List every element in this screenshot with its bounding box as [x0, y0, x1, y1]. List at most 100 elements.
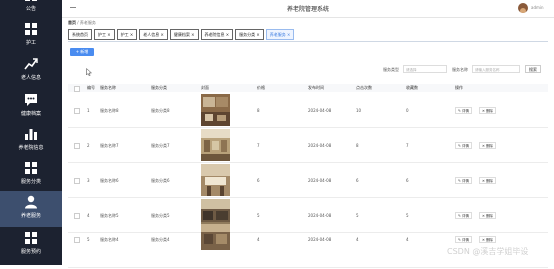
chat-icon	[25, 94, 37, 106]
sidebar-item-label: 健康档案	[20, 111, 41, 117]
user-icon	[25, 195, 37, 209]
column-header: 服务名称	[100, 85, 116, 90]
tab-institution[interactable]: 养老院信息 ×	[200, 29, 234, 40]
cell-date: 2024-04-08	[308, 143, 332, 148]
user-name[interactable]: admin	[531, 5, 544, 10]
name-filter-label: 服务名称	[452, 67, 468, 72]
cell-favorites: 7	[406, 143, 409, 148]
cell-clicks: 6	[356, 178, 359, 183]
row-checkbox[interactable]	[74, 143, 80, 149]
service-cover-image	[201, 94, 230, 126]
cell-date: 2024-04-08	[308, 178, 332, 183]
breadcrumb-current: 养老服务	[79, 20, 96, 25]
breadcrumb-home[interactable]: 首页	[68, 20, 76, 25]
detail-button[interactable]: ✎ 详情	[455, 236, 473, 243]
table-row: 1 服务名称8 服务分类8 8 2024-04-08 10 0 ✎ 详情 ✕ 删…	[68, 93, 548, 128]
column-header: 编号	[87, 85, 95, 90]
row-checkbox[interactable]	[74, 108, 80, 114]
sidebar-item-elderly-service[interactable]: 养老服务	[0, 191, 62, 227]
table-row: 2 服务名称7 服务分类7 7 2024-04-08 8 7 ✎ 详情 ✕ 删除	[68, 128, 548, 163]
delete-button[interactable]: ✕ 删除	[479, 177, 497, 184]
column-header: 操作	[455, 85, 463, 90]
tab-health[interactable]: 健康档案 ×	[169, 29, 199, 40]
sidebar-item-booking[interactable]: 服务预约	[0, 231, 62, 269]
top-bar: 养老院管理系统	[62, 0, 554, 18]
breadcrumb: 首页 / 养老服务	[68, 20, 96, 26]
cell-price: 4	[257, 237, 260, 242]
sidebar-item-label: 老人信息	[20, 75, 41, 81]
cell-no: 3	[87, 178, 90, 183]
delete-button[interactable]: ✕ 删除	[479, 236, 497, 243]
category-select[interactable]: 请选择	[403, 65, 447, 73]
cell-price: 7	[257, 143, 260, 148]
cell-category: 服务分类8	[151, 108, 170, 113]
delete-button[interactable]: ✕ 删除	[479, 212, 497, 219]
sidebar-item-label: 养老服务	[20, 213, 41, 219]
tab-caregiver[interactable]: 护工 ×	[94, 29, 115, 40]
sidebar-item-label: 服务预约	[20, 249, 41, 255]
cell-price: 8	[257, 108, 260, 113]
cell-favorites: 6	[406, 178, 409, 183]
column-header: 封面	[201, 85, 209, 90]
table-row: 3 服务名称6 服务分类6 6 2024-04-08 6 6 ✎ 详情 ✕ 删除	[68, 163, 548, 198]
column-header: 发布时间	[308, 85, 324, 90]
column-header: 收藏数	[406, 85, 418, 90]
detail-button[interactable]: ✎ 详情	[455, 107, 473, 114]
cell-name: 服务名称6	[100, 178, 119, 183]
category-filter-label: 服务类型	[383, 67, 399, 72]
cell-clicks: 4	[356, 237, 359, 242]
cell-favorites: 4	[406, 237, 409, 242]
cell-category: 服务分类6	[151, 178, 170, 183]
column-header: 价格	[257, 85, 265, 90]
cell-no: 4	[87, 213, 90, 218]
sidebar-item-institution[interactable]: 养老院信息	[0, 127, 62, 165]
mouse-cursor-icon	[86, 68, 92, 76]
tab-elderly-service[interactable]: 养老服务 ×	[265, 29, 295, 40]
avatar[interactable]	[518, 3, 528, 13]
cell-clicks: 10	[356, 108, 362, 113]
cell-category: 服务分类5	[151, 213, 170, 218]
sidebar-item-elderly[interactable]: 老人信息	[0, 57, 62, 95]
detail-button[interactable]: ✎ 详情	[455, 142, 473, 149]
app-title: 养老院管理系统	[286, 6, 329, 13]
cell-no: 1	[87, 108, 90, 113]
cell-name: 服务名称8	[100, 108, 119, 113]
tab-elderly[interactable]: 老人信息 ×	[139, 29, 168, 40]
table-row: 4 服务名称5 服务分类5 5 2024-04-08 5 5 ✎ 详情 ✕ 删除	[68, 198, 548, 233]
cell-clicks: 5	[356, 213, 359, 218]
delete-button[interactable]: ✕ 删除	[479, 142, 497, 149]
row-checkbox[interactable]	[74, 213, 80, 219]
cell-category: 服务分类7	[151, 143, 170, 148]
tab-caregiver-2[interactable]: 护工 ×	[116, 29, 138, 40]
row-checkbox[interactable]	[74, 178, 80, 184]
service-cover-image	[201, 129, 230, 161]
cell-no: 2	[87, 143, 90, 148]
column-header: 服务分类	[151, 85, 167, 90]
cell-category: 服务分类4	[151, 237, 170, 242]
detail-button[interactable]: ✎ 详情	[455, 177, 473, 184]
name-search-input[interactable]: 请输入服务名称	[472, 65, 520, 73]
cell-name: 服务名称5	[100, 213, 119, 218]
row-checkbox[interactable]	[74, 237, 80, 243]
trend-icon	[24, 58, 38, 70]
sidebar-item-caregiver[interactable]: 护工	[0, 22, 62, 60]
sidebar-item-label: 服务分类	[20, 179, 41, 185]
search-button[interactable]: 搜索	[525, 65, 541, 73]
detail-button[interactable]: ✎ 详情	[455, 212, 473, 219]
sidebar: 公告 护工 老人信息 健康档案 养老院信息 服务分类 养老服务 服务预约	[0, 0, 62, 265]
sidebar-item-label: 护工	[25, 40, 36, 46]
add-button[interactable]: + 新增	[70, 48, 94, 56]
sidebar-item-label: 养老院信息	[18, 145, 44, 151]
grid-icon	[25, 232, 37, 244]
bar-chart-icon	[25, 129, 37, 140]
watermark: CSDN @溪吉学姐毕设	[447, 247, 529, 256]
sidebar-item-health[interactable]: 健康档案	[0, 93, 62, 131]
select-all-checkbox[interactable]	[74, 86, 80, 92]
tab-home[interactable]: 系统首页	[68, 29, 92, 40]
grid-icon	[25, 162, 37, 174]
cell-favorites: 0	[406, 108, 409, 113]
delete-button[interactable]: ✕ 删除	[479, 107, 497, 114]
tab-bar: 系统首页 护工 × 护工 × 老人信息 × 健康档案 × 养老院信息 × 服务分…	[68, 29, 296, 40]
tab-service-category[interactable]: 服务分类 ×	[235, 29, 264, 40]
sidebar-item-label: 公告	[25, 6, 36, 12]
